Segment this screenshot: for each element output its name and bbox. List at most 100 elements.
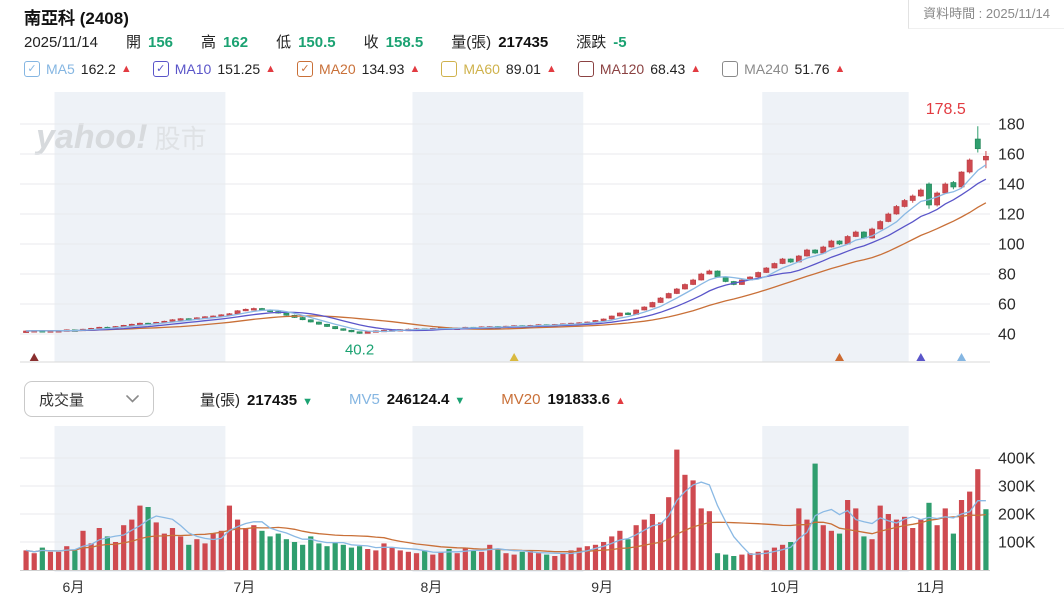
volume-bar bbox=[560, 553, 565, 570]
candle bbox=[959, 172, 964, 187]
volume-bar bbox=[324, 546, 329, 570]
month-label: 11月 bbox=[917, 577, 946, 597]
candle bbox=[804, 250, 809, 256]
volume-bar bbox=[162, 534, 167, 570]
volume-bar bbox=[650, 514, 655, 570]
candle bbox=[772, 264, 777, 269]
ma-toggle-ma20[interactable]: ✓MA20134.93▲ bbox=[297, 61, 420, 77]
low-price-annotation: 40.2 bbox=[345, 342, 374, 359]
volume-bar bbox=[48, 552, 53, 570]
candle bbox=[235, 311, 240, 314]
volume-bar bbox=[682, 475, 687, 570]
page-title: 南亞科 (2408) bbox=[24, 4, 129, 29]
volume-bar bbox=[154, 522, 159, 570]
candle bbox=[682, 285, 687, 290]
ma-toggle-ma5[interactable]: ✓MA5162.2▲ bbox=[24, 61, 132, 77]
volume-bar bbox=[357, 546, 362, 570]
volume-bar bbox=[723, 555, 728, 570]
ma-value: 89.01 bbox=[506, 61, 541, 77]
ma-toggle-ma10[interactable]: ✓MA10151.25▲ bbox=[153, 61, 276, 77]
candle bbox=[642, 307, 647, 310]
quote-item: 開156 bbox=[126, 34, 173, 51]
candle bbox=[780, 259, 785, 264]
candle bbox=[617, 313, 622, 316]
volume-bar bbox=[869, 539, 874, 570]
candle bbox=[764, 268, 769, 273]
ma-label: MA10 bbox=[175, 61, 212, 77]
candle bbox=[886, 214, 891, 222]
volume-bar bbox=[674, 450, 679, 570]
volume-bar bbox=[520, 552, 525, 570]
price-candlestick-chart[interactable]: yahoo! 股市406080100120140160180178.540.2 bbox=[0, 92, 1064, 372]
quote-item: 量(張)217435 bbox=[451, 34, 548, 51]
ma-cross-marker bbox=[957, 353, 966, 361]
price-axis-label: 160 bbox=[998, 147, 1025, 164]
ma-checkbox-ma20[interactable]: ✓ bbox=[297, 61, 313, 77]
candle bbox=[975, 139, 980, 149]
month-label: 10月 bbox=[770, 577, 800, 597]
volume-bar bbox=[690, 480, 695, 570]
month-label: 9月 bbox=[591, 577, 613, 597]
volume-bar bbox=[918, 520, 923, 570]
ma-value: 134.93 bbox=[362, 61, 405, 77]
candle bbox=[650, 303, 655, 308]
volume-bar bbox=[398, 550, 403, 570]
quote-row: 2025/11/14開156高162低150.5收158.5量(張)217435… bbox=[24, 31, 655, 52]
candle bbox=[894, 207, 899, 215]
volume-bar bbox=[983, 509, 988, 570]
volume-bar bbox=[430, 555, 435, 570]
candle bbox=[349, 330, 354, 332]
ma-checkbox-ma240[interactable] bbox=[722, 61, 738, 77]
volume-bar bbox=[707, 511, 712, 570]
month-band bbox=[412, 92, 583, 362]
candle bbox=[243, 309, 248, 311]
volume-axis-label: 100K bbox=[998, 535, 1036, 552]
volume-bar bbox=[804, 520, 809, 570]
volume-bar bbox=[268, 536, 273, 570]
quote-label: 低 bbox=[276, 34, 291, 51]
ma-direction-icon: ▲ bbox=[546, 63, 557, 75]
candle bbox=[365, 332, 370, 334]
ma-cross-marker bbox=[916, 353, 925, 361]
candle bbox=[690, 280, 695, 285]
quote-label: 開 bbox=[126, 34, 141, 51]
candle bbox=[943, 184, 948, 193]
volume-bar bbox=[276, 534, 281, 570]
price-axis-label: 180 bbox=[998, 117, 1025, 134]
ma-toggle-ma60[interactable]: MA6089.01▲ bbox=[441, 61, 557, 77]
ma-toggle-ma240[interactable]: MA24051.76▲ bbox=[722, 61, 845, 77]
quote-value: 150.5 bbox=[298, 34, 336, 51]
x-axis-month-labels: 6月7月8月9月10月11月 bbox=[0, 572, 1064, 601]
volume-bar-chart[interactable]: 100K200K300K400K bbox=[0, 426, 1064, 572]
ma-checkbox-ma10[interactable]: ✓ bbox=[153, 61, 169, 77]
quote-date: 2025/11/14 bbox=[24, 34, 98, 51]
candle bbox=[357, 332, 362, 334]
volume-axis-label: 200K bbox=[998, 507, 1036, 524]
volume-bar bbox=[178, 536, 183, 570]
ma-checkbox-ma60[interactable] bbox=[441, 61, 457, 77]
volume-bar bbox=[699, 508, 704, 570]
volume-bar bbox=[829, 531, 834, 570]
quote-value: 158.5 bbox=[386, 34, 424, 51]
candle bbox=[308, 320, 313, 322]
volume-stat-value: 217435 bbox=[247, 392, 297, 409]
volume-bar bbox=[308, 536, 313, 570]
high-price-annotation: 178.5 bbox=[926, 101, 966, 118]
volume-bar bbox=[910, 528, 915, 570]
ma-checkbox-ma120[interactable] bbox=[578, 61, 594, 77]
quote-label: 量(張) bbox=[451, 34, 491, 51]
ma-toggle-ma120[interactable]: MA12068.43▲ bbox=[578, 61, 701, 77]
volume-bar bbox=[731, 556, 736, 570]
ma-direction-icon: ▲ bbox=[121, 63, 132, 75]
volume-bar bbox=[349, 548, 354, 570]
candle bbox=[674, 289, 679, 294]
volume-indicator-dropdown[interactable]: 成交量 bbox=[24, 381, 154, 417]
ma-checkbox-ma5[interactable]: ✓ bbox=[24, 61, 40, 77]
volume-bar bbox=[503, 553, 508, 570]
volume-bar bbox=[536, 553, 541, 570]
quote-value: 162 bbox=[223, 34, 248, 51]
quote-label: 收 bbox=[364, 34, 379, 51]
volume-axis-label: 400K bbox=[998, 451, 1036, 468]
volume-bar bbox=[186, 545, 191, 570]
candle bbox=[829, 241, 834, 247]
